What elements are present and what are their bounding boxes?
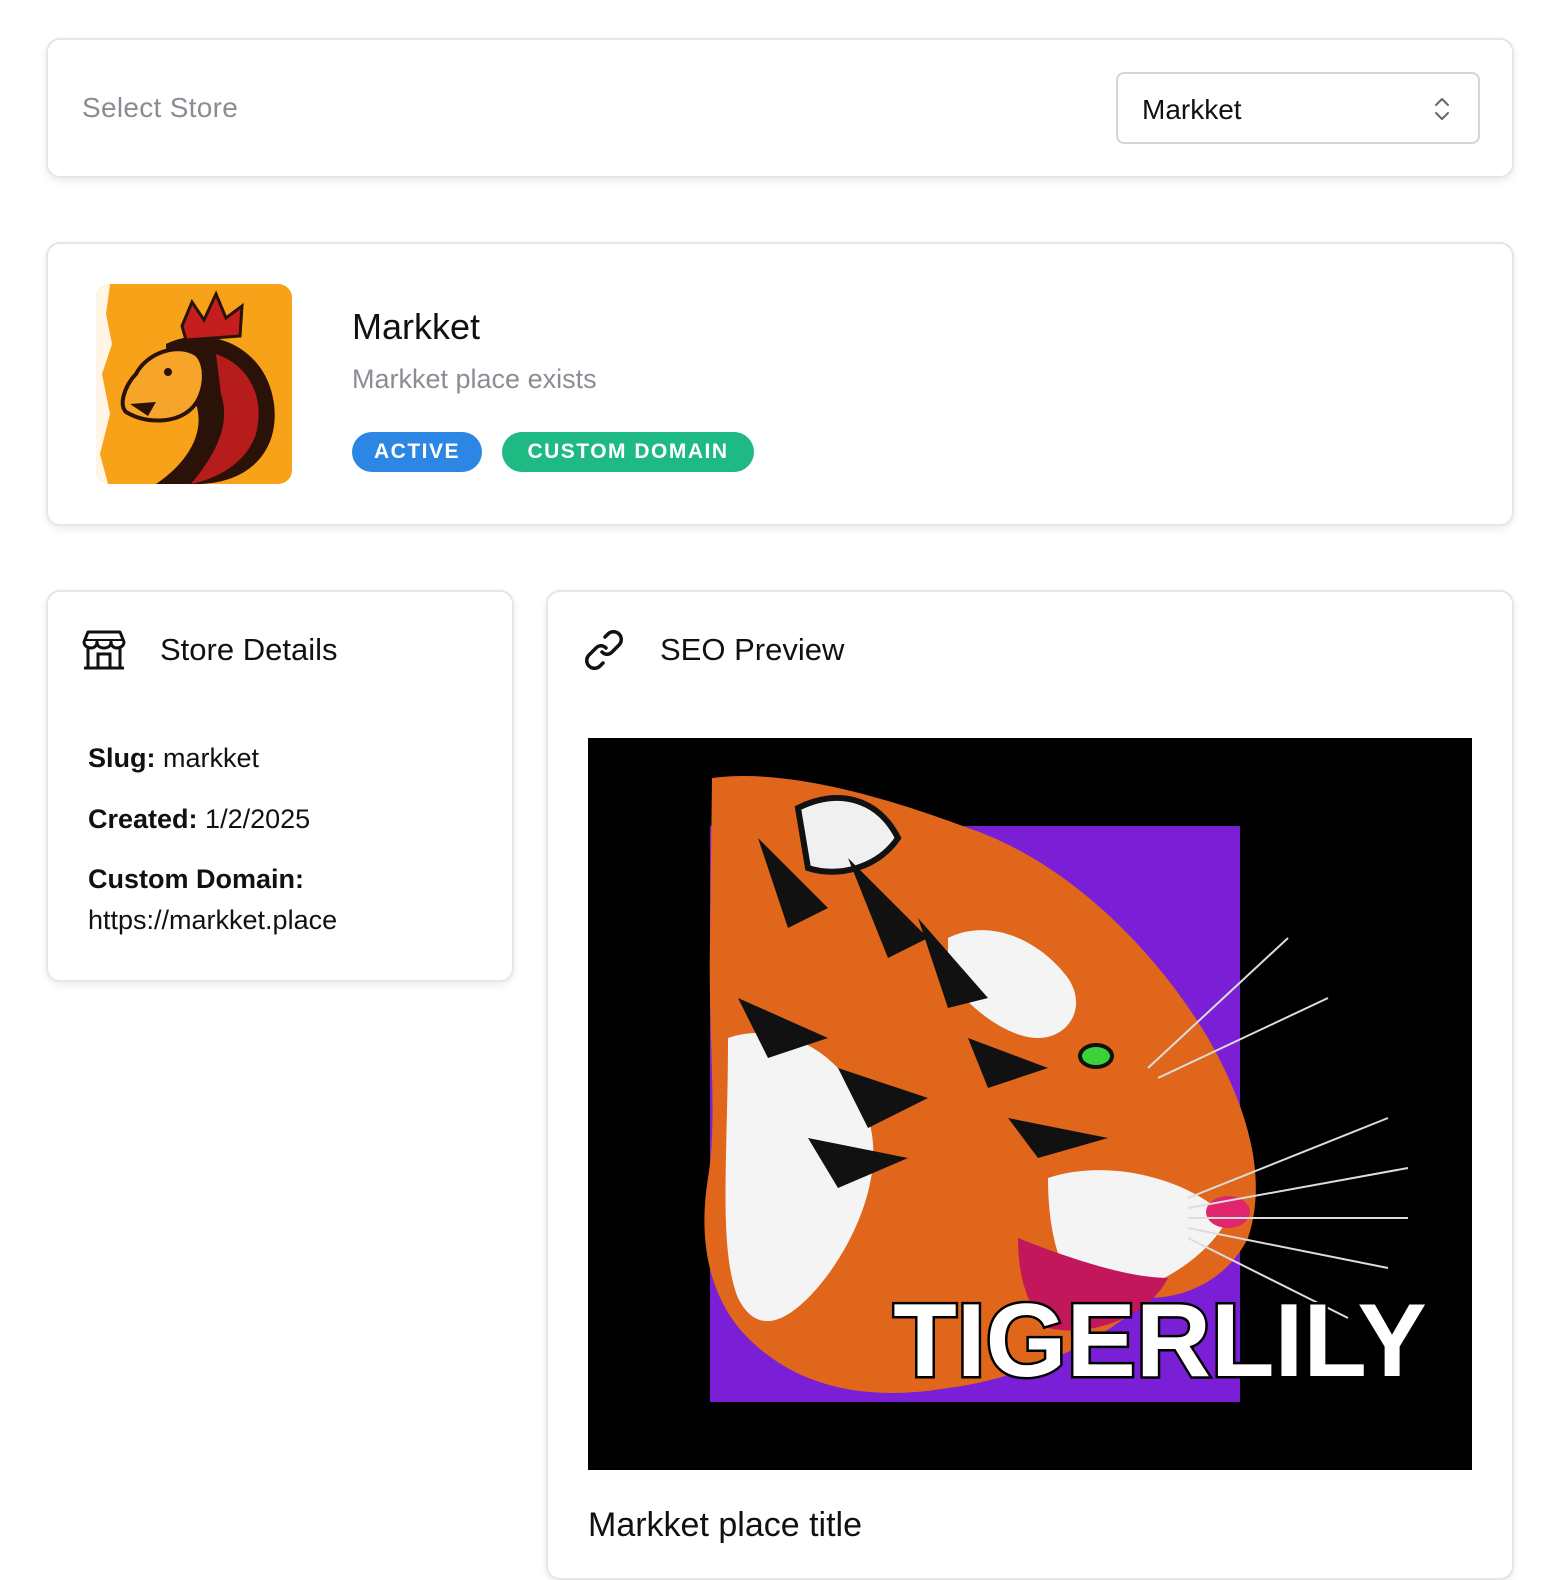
created-value: 1/2/2025	[205, 804, 311, 834]
storefront-icon	[82, 630, 126, 670]
seo-preview-title: SEO Preview	[660, 632, 845, 667]
store-logo	[96, 284, 292, 484]
created-label: Created:	[88, 804, 198, 834]
store-details-title: Store Details	[160, 632, 338, 667]
seo-preview-card: SEO Preview TIGERLILY Markket place titl…	[546, 590, 1514, 1580]
status-badge-custom-domain: CUSTOM DOMAIN	[502, 432, 754, 472]
store-selector-card: Select Store Markket	[46, 38, 1514, 178]
lion-crown-logo-icon	[96, 284, 292, 484]
store-header-card: Markket Markket place exists ACTIVE CUST…	[46, 242, 1514, 526]
select-store-label: Select Store	[82, 92, 239, 123]
seo-og-image: TIGERLILY	[588, 738, 1472, 1470]
detail-created: Created: 1/2/2025	[88, 799, 310, 840]
store-select-dropdown[interactable]: Markket	[1116, 72, 1480, 144]
tiger-illustration: TIGERLILY	[588, 738, 1472, 1470]
detail-slug: Slug: markket	[88, 738, 259, 779]
detail-custom-domain: Custom Domain: https://markket.place	[88, 859, 488, 941]
chevron-up-down-icon	[1435, 98, 1449, 120]
custom-domain-label: Custom Domain:	[88, 864, 304, 894]
link-icon	[585, 630, 623, 670]
store-details-card: Store Details Slug: markket Created: 1/2…	[46, 590, 514, 982]
store-select-value: Markket	[1142, 94, 1242, 125]
store-description: Markket place exists	[352, 364, 597, 394]
seo-og-title: Markket place title	[588, 1506, 862, 1544]
status-badge-active: ACTIVE	[352, 432, 482, 472]
slug-value: markket	[163, 743, 260, 773]
tiger-image-text: TIGERLILY	[893, 1283, 1427, 1399]
store-name: Markket	[352, 306, 481, 347]
slug-label: Slug:	[88, 743, 156, 773]
custom-domain-value[interactable]: https://markket.place	[88, 905, 337, 935]
